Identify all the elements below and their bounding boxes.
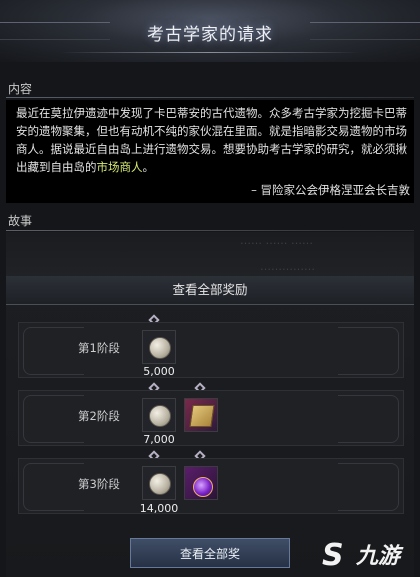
watermark-text: 九游: [356, 544, 401, 569]
quest-signature: – 冒险家公会伊格涅亚会长吉敦: [251, 183, 410, 197]
window-title-bar: 考古学家的请求: [0, 0, 420, 62]
stage-2-silver-amount: 7,000: [143, 433, 175, 446]
stage-1-label: 第1阶段: [78, 341, 120, 355]
stage-1-silver-amount: 5,000: [143, 365, 175, 378]
story-faded-line-2: ……………: [260, 260, 315, 273]
svg-text:S: S: [322, 538, 344, 572]
story-faded-line-1: …… …… ……: [240, 234, 313, 247]
stage-row-frame-right: [338, 327, 399, 375]
stage-3-silver-slot[interactable]: [142, 466, 176, 500]
stage-2-silver-slot[interactable]: [142, 398, 176, 432]
title-ornament-right: [310, 22, 420, 40]
title-ornament-left: [0, 22, 110, 40]
window-title: 考古学家的请求: [147, 25, 273, 45]
stage-3-label: 第3阶段: [78, 477, 120, 491]
content-divider: [6, 97, 414, 98]
stage-row-frame-left: [23, 327, 84, 375]
nine-game-logo-icon: S: [322, 538, 344, 573]
watermark-logo: S 九游: [318, 536, 414, 573]
stage-row-frame-right: [338, 463, 399, 511]
stage-1-silver-slot[interactable]: [142, 330, 176, 364]
quest-highlight-target: 市场商人: [96, 160, 143, 174]
silver-coin-icon: [149, 337, 171, 359]
story-section-label: 故事: [8, 214, 33, 228]
view-all-rewards-button[interactable]: 查看全部奖: [130, 538, 290, 568]
stage-2-map-slot[interactable]: [184, 398, 218, 432]
stage-2-label: 第2阶段: [78, 409, 120, 423]
content-section-label: 内容: [8, 82, 33, 96]
quest-description-end: 。: [142, 160, 155, 174]
story-divider: [6, 230, 414, 231]
stage-3-orb-slot[interactable]: [184, 466, 218, 500]
story-area: [6, 232, 414, 278]
reward-panel-header[interactable]: 查看全部奖励: [6, 276, 414, 305]
stage-row-1: [18, 322, 404, 378]
stage-3-silver-amount: 14,000: [139, 502, 179, 515]
quest-description-text: 最近在莫拉伊遗迹中发现了卡巴蒂安的古代遗物。众多考古学家为挖掘卡巴蒂安的遗物聚集…: [16, 106, 407, 174]
stage-row-frame-right: [338, 395, 399, 443]
silver-coin-icon: [149, 473, 171, 495]
quest-description: 最近在莫拉伊遗迹中发现了卡巴蒂安的古代遗物。众多考古学家为挖掘卡巴蒂安的遗物聚集…: [16, 104, 412, 176]
stage-row-frame-left: [23, 463, 84, 511]
purple-orb-icon: [193, 477, 213, 497]
silver-coin-icon: [149, 405, 171, 427]
treasure-map-icon: [189, 405, 215, 427]
stage-row-frame-left: [23, 395, 84, 443]
